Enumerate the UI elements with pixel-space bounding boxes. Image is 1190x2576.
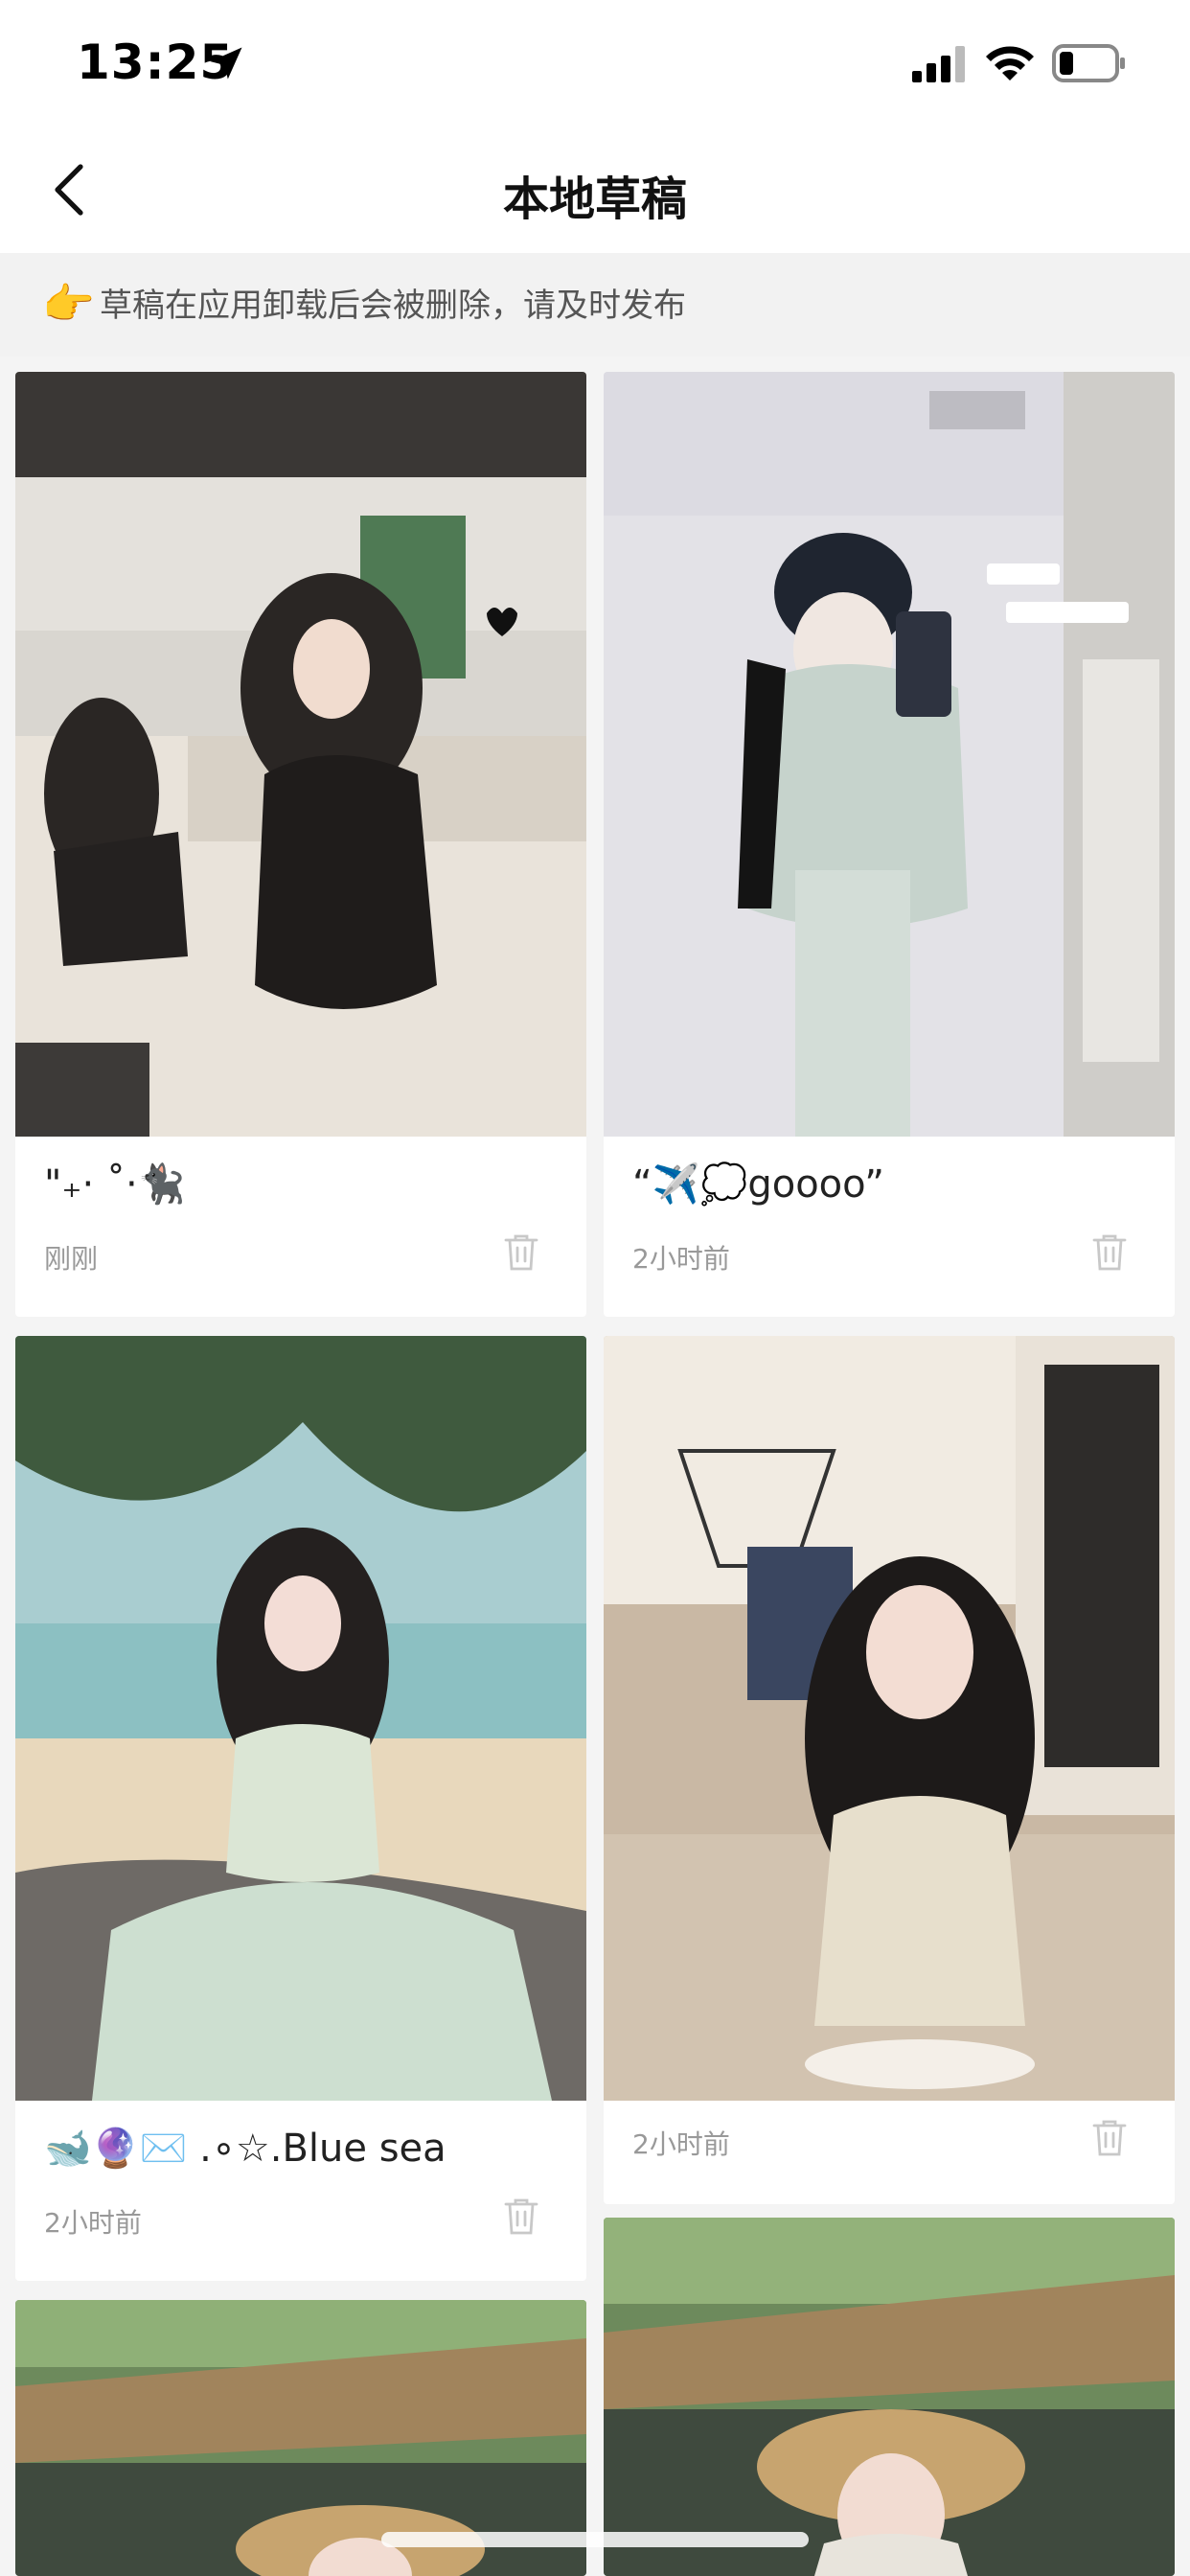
notice-text: 草稿在应用卸载后会被删除，请及时发布 [100,287,686,325]
draft-title: "₊· ˚·🐈‍⬛ [44,1162,186,1207]
battery-icon [1052,44,1125,82]
draft-cover-image[interactable] [604,2218,1175,2576]
draft-time: 2小时前 [44,2207,142,2239]
draft-card[interactable]: “✈️💭goooo” 2小时前 [604,372,1175,1317]
draft-time: 刚刚 [44,1243,99,1275]
notice-banner: 👉 草稿在应用卸载后会被删除，请及时发布 [0,253,1190,356]
status-bar: 13:25 [0,0,1190,126]
draft-card[interactable]: "₊· ˚·🐈‍⬛ 刚刚 [15,372,586,1317]
trash-icon[interactable] [1090,1230,1129,1273]
page-title: 本地草稿 [502,172,687,226]
draft-cover-image[interactable] [15,372,586,1137]
draft-time: 2小时前 [632,2128,730,2160]
draft-cover-image[interactable] [15,1336,586,2101]
location-arrow-icon [210,47,242,80]
trash-icon[interactable] [502,2195,540,2237]
cellular-signal-icon [912,46,965,82]
nav-bar: 本地草稿 [0,126,1190,253]
draft-cover-image[interactable] [604,1336,1175,2101]
draft-card[interactable]: 🐋🔮✉️ .∘☆.Blue sea 2小时前 [15,1336,586,2281]
draft-card[interactable] [604,2218,1175,2576]
draft-card[interactable]: 2小时前 [604,1336,1175,2204]
home-indicator [381,2532,809,2547]
draft-time: 2小时前 [632,1243,730,1275]
drafts-page: 13:25 本地草稿 👉 草稿在应用卸载后会被删除，请及时发布 [0,0,1190,2576]
trash-icon[interactable] [502,1230,540,1273]
draft-cover-image[interactable] [604,372,1175,1137]
wifi-icon [986,46,1034,80]
trash-icon[interactable] [1090,2116,1129,2158]
draft-title: 🐋🔮✉️ .∘☆.Blue sea [44,2127,446,2171]
draft-title: “✈️💭goooo” [632,1162,884,1207]
pointing-hand-icon: 👉 [42,280,95,329]
